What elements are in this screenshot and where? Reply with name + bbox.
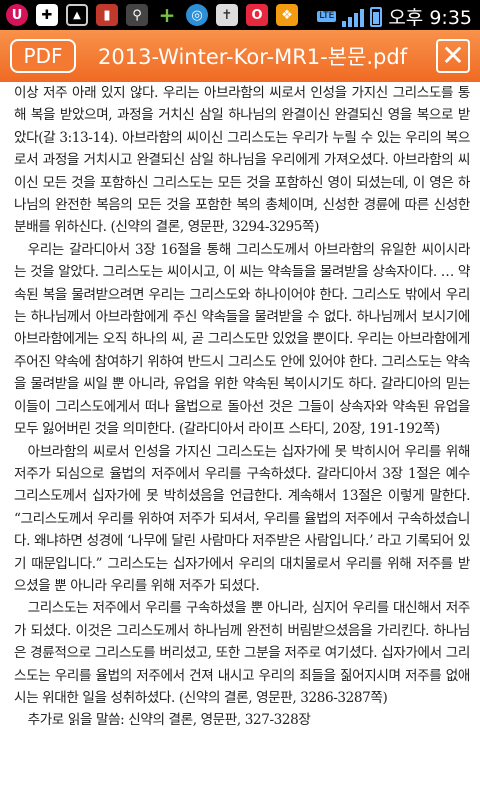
u-plus-icon: U [6,4,28,26]
pdf-badge: PDF [10,39,76,73]
paragraph: 아브라함의 씨로서 인성을 가지신 그리스도는 십자가에 못 박히시어 우리를 … [14,443,470,594]
close-button[interactable]: ✕ [436,39,470,73]
paragraph: 추가로 읽을 말씀: 신약의 결론, 영문판, 327-328장 [27,712,311,729]
status-bar: U ✚ ▲ ▮ ⚲ + ◎ ✝ O ❖ LTE 오후 9:35 [0,0,480,30]
viewer-title-bar: PDF 2013-Winter-Kor-MR1-본문.pdf ✕ [0,30,480,82]
paragraph: 우리는 갈라디아서 3장 16절을 통해 그리스도께서 아브라함의 유일한 씨이… [14,241,470,438]
paragraph: 그리스도는 저주에서 우리를 구속하셨을 뿐 아니라, 심지어 우리를 대신해서… [14,600,470,706]
usb-icon: ⚲ [126,4,148,26]
notification-icons: U ✚ ▲ ▮ ⚲ + ◎ ✝ O ❖ [6,3,298,27]
network-type: LTE [317,11,337,22]
clock: 오후 9:35 [388,7,472,29]
book-icon: ▮ [96,4,118,26]
add-icon: ✚ [36,4,58,26]
signal-strength-icon [342,7,365,27]
system-indicators: LTE 오후 9:35 [317,3,472,30]
plus-icon: + [158,3,176,27]
document-page[interactable]: 이상 저주 아래 있지 않다. 우리는 아브라함의 씨로서 인성을 가지신 그리… [14,82,470,800]
gallery-icon: ▲ [66,4,88,26]
gift-icon: ❖ [276,4,298,26]
o-app-icon: O [246,4,268,26]
battery-icon [370,6,383,27]
bible-icon: ✝ [216,4,238,26]
document-title: 2013-Winter-Kor-MR1-본문.pdf [98,45,408,69]
globe-icon: ◎ [186,4,208,26]
paragraph: 이상 저주 아래 있지 않다. 우리는 아브라함의 씨로서 인성을 가지신 그리… [14,85,470,236]
